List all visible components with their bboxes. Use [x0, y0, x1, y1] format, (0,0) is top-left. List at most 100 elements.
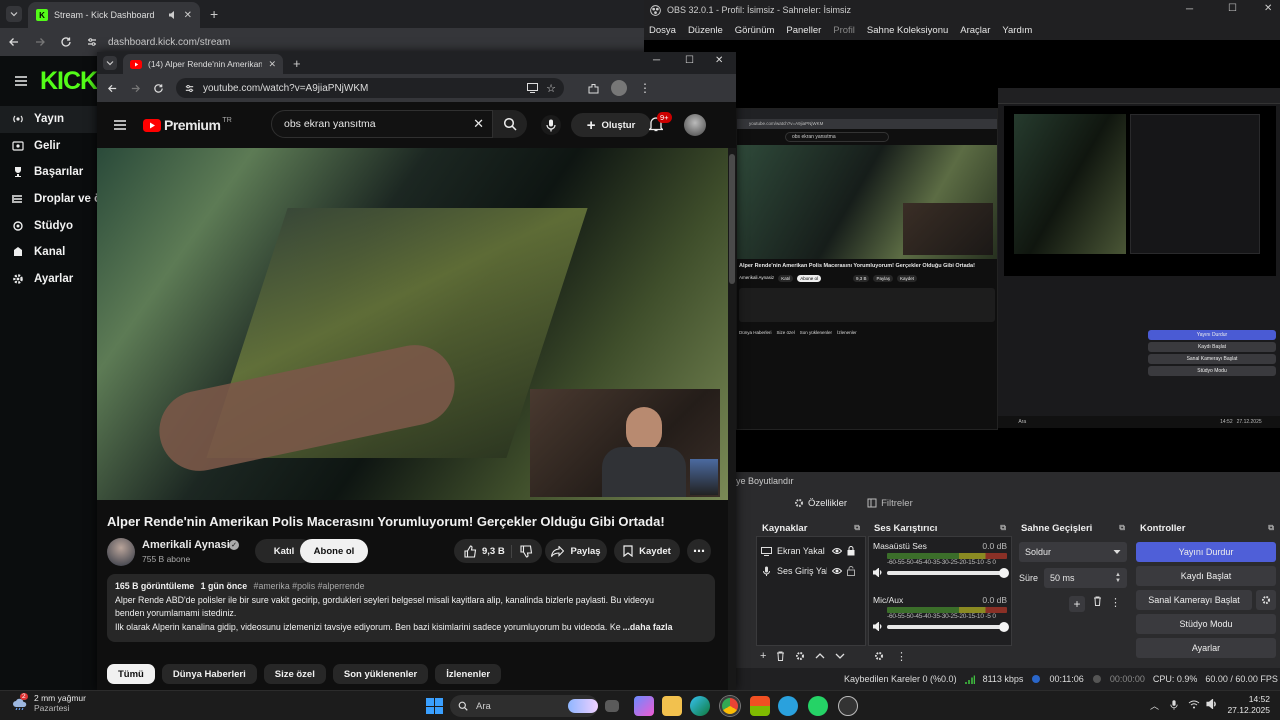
unlock-icon[interactable] — [847, 566, 855, 576]
yt-logo-text[interactable]: Premium — [164, 117, 221, 133]
whatsapp-icon[interactable] — [808, 696, 828, 716]
filters-tab[interactable]: Filtreler — [867, 498, 913, 509]
menu-icon[interactable] — [14, 75, 28, 87]
advanced-audio-icon[interactable] — [874, 651, 884, 661]
more-actions-button[interactable]: ⋯ — [687, 539, 711, 563]
like-button[interactable]: 9,3 B — [454, 544, 512, 558]
profile-avatar[interactable] — [611, 80, 627, 96]
windows-start-icon[interactable] — [424, 696, 444, 716]
cast-icon[interactable] — [527, 83, 539, 93]
transition-select[interactable]: Soldur — [1019, 542, 1127, 562]
share-button[interactable]: Paylaş — [545, 539, 607, 563]
settings-button[interactable]: Ayarlar — [1136, 638, 1276, 658]
stop-streaming-button[interactable]: Yayını Durdur — [1136, 542, 1276, 562]
create-button[interactable]: + Oluştur — [571, 113, 651, 137]
save-button[interactable]: Kaydet — [614, 539, 680, 563]
kick-url[interactable]: dashboard.kick.com/stream — [108, 37, 230, 48]
search-box[interactable]: obs ekran yansıtma ✕ — [271, 110, 493, 138]
account-avatar[interactable] — [684, 114, 706, 136]
close-window-icon[interactable]: ✕ — [715, 55, 723, 66]
clock[interactable]: 14:52 27.12.2025 — [1226, 694, 1270, 716]
store-icon[interactable] — [750, 696, 770, 716]
panel-undock-icon[interactable]: ⧉ — [1000, 523, 1006, 533]
volume-icon[interactable] — [873, 568, 883, 577]
site-info-icon[interactable] — [86, 36, 98, 48]
channel-name[interactable]: Amerikali Aynasiz — [142, 539, 235, 551]
minimize-icon[interactable]: ─ — [653, 55, 660, 66]
youtube-logo-icon[interactable] — [143, 118, 161, 132]
widgets-icon[interactable] — [634, 696, 654, 716]
weather-widget[interactable]: 2 2 mm yağmur Pazartesi — [12, 693, 86, 713]
start-recording-button[interactable]: Kaydı Başlat — [1136, 566, 1276, 586]
file-explorer-icon[interactable] — [662, 696, 682, 716]
obs-taskbar-icon[interactable] — [838, 696, 858, 716]
yt-url-box[interactable]: youtube.com/watch?v=A9jiaPNjWKM ☆ — [176, 78, 564, 98]
forward-icon[interactable] — [130, 83, 141, 94]
spin-arrows-icon[interactable]: ▲ ▼ — [1115, 572, 1121, 584]
star-icon[interactable]: ☆ — [546, 82, 556, 95]
minimize-icon[interactable]: ─ — [1186, 4, 1193, 15]
more-vertical-icon[interactable]: ⋮ — [639, 81, 651, 95]
maximize-icon[interactable]: ☐ — [685, 55, 694, 66]
yt-scrollbar[interactable] — [728, 148, 736, 690]
back-icon[interactable] — [8, 36, 20, 48]
kick-logo[interactable]: KICK — [40, 67, 98, 96]
chip-watched[interactable]: İzlenenler — [435, 664, 502, 684]
speaker-icon[interactable] — [168, 10, 178, 20]
kick-tab[interactable]: K Stream - Kick Dashboard ✕ — [28, 2, 200, 28]
start-virtual-camera-button[interactable]: Sanal Kamerayı Başlat — [1136, 590, 1252, 610]
menu-sahne-koleksiyonu[interactable]: Sahne Koleksiyonu — [867, 25, 948, 36]
chrome-icon[interactable] — [720, 696, 740, 716]
duration-input[interactable]: 50 ms ▲ ▼ — [1044, 568, 1127, 588]
chip-all[interactable]: Tümü — [107, 664, 155, 684]
back-icon[interactable] — [107, 83, 118, 94]
video-player[interactable] — [97, 148, 728, 500]
wifi-icon[interactable] — [1188, 699, 1200, 709]
show-more-link[interactable]: ...daha fazla — [623, 621, 673, 635]
volume-slider[interactable] — [887, 567, 1009, 578]
panel-undock-icon[interactable]: ⧉ — [1119, 523, 1125, 533]
eye-icon[interactable] — [832, 547, 842, 555]
volume-slider[interactable] — [887, 621, 1009, 632]
lock-icon[interactable] — [847, 546, 855, 556]
menu-dosya[interactable]: Dosya — [649, 25, 676, 36]
channel-avatar[interactable] — [107, 538, 135, 566]
search-button[interactable] — [493, 110, 527, 138]
forward-icon[interactable] — [34, 36, 46, 48]
menu-araclar[interactable]: Araçlar — [960, 25, 990, 36]
microphone-tray-icon[interactable] — [1170, 699, 1178, 711]
microphone-icon[interactable] — [541, 115, 561, 135]
menu-gorunum[interactable]: Görünüm — [735, 25, 775, 36]
virtual-camera-settings-button[interactable] — [1256, 590, 1276, 610]
chip-recent[interactable]: Son yüklenenler — [332, 664, 429, 684]
task-view-icon[interactable] — [605, 700, 619, 712]
move-down-icon[interactable] — [835, 652, 845, 660]
properties-tab[interactable]: Özellikler — [794, 498, 847, 509]
trash-icon[interactable] — [1093, 596, 1102, 612]
close-tab-icon[interactable]: ✕ — [184, 10, 192, 21]
description-box[interactable]: 165 B görüntüleme 1 gün önce #amerika #p… — [107, 574, 715, 642]
tray-chevron-icon[interactable]: ︿ — [1150, 699, 1159, 712]
menu-icon[interactable] — [113, 119, 127, 131]
hashtags[interactable]: #amerika #polis #alperrende — [254, 581, 365, 591]
extensions-icon[interactable] — [588, 83, 599, 94]
menu-yardim[interactable]: Yardım — [1002, 25, 1032, 36]
trash-icon[interactable] — [776, 651, 785, 661]
add-transition-icon[interactable]: + — [1069, 596, 1085, 612]
tab-list-chevron-icon[interactable] — [103, 56, 117, 70]
tab-list-chevron-icon[interactable] — [6, 6, 22, 22]
clear-search-icon[interactable]: ✕ — [473, 116, 484, 132]
panel-undock-icon[interactable]: ⧉ — [854, 523, 860, 533]
menu-paneller[interactable]: Paneller — [786, 25, 821, 36]
more-vertical-icon[interactable]: ⋮ — [896, 650, 907, 663]
chip-world-news[interactable]: Dünya Haberleri — [161, 664, 257, 684]
dislike-button[interactable] — [512, 544, 533, 558]
telegram-icon[interactable] — [778, 696, 798, 716]
site-info-icon[interactable] — [184, 83, 195, 94]
new-tab-icon[interactable]: + — [293, 56, 301, 71]
obs-preview[interactable]: youtube.com/watch?v=A9jiaPNjWKM obs ekra… — [644, 40, 1280, 486]
panel-undock-icon[interactable]: ⧉ — [1268, 523, 1274, 533]
taskbar-search[interactable]: Ara — [450, 695, 598, 717]
studio-mode-button[interactable]: Stüdyo Modu — [1136, 614, 1276, 634]
source-properties-icon[interactable] — [795, 651, 805, 661]
